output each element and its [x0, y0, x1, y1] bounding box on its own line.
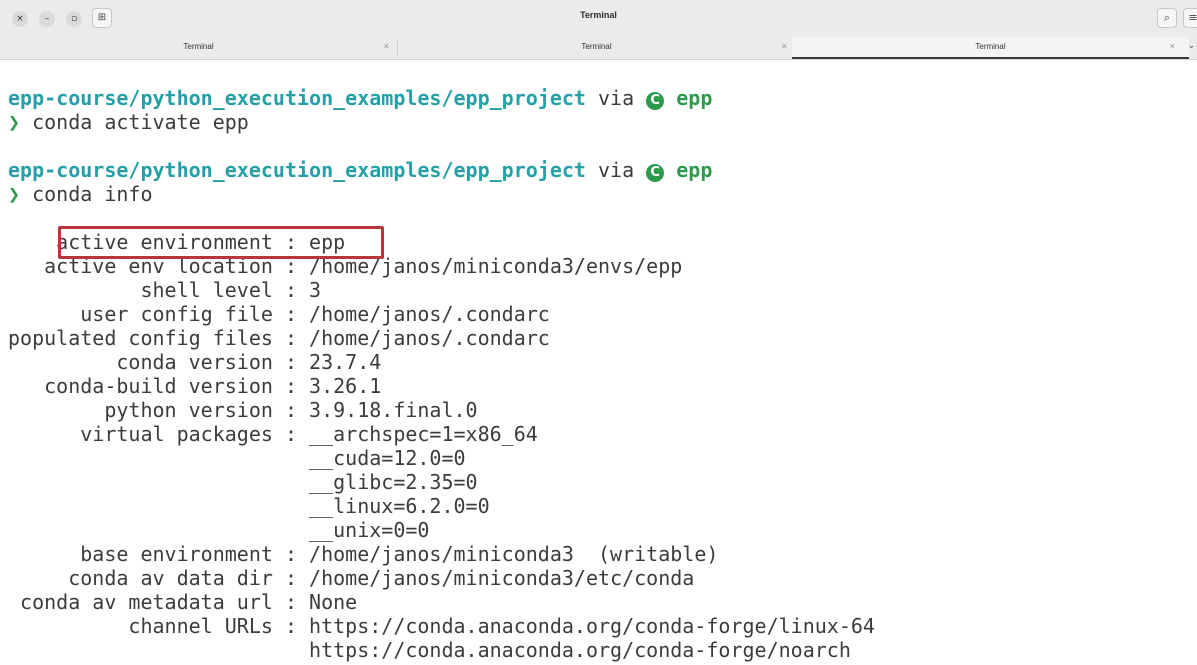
prompt-chevron-icon: ❯: [8, 182, 21, 206]
info-line: populated config files : /home/janos/.co…: [8, 326, 550, 350]
conda-icon: C: [646, 164, 665, 182]
command-text: conda info: [32, 182, 153, 206]
prompt-env-name: epp: [676, 158, 713, 182]
info-line: __cuda=12.0=0: [8, 446, 466, 470]
tab-terminal-3[interactable]: Terminal ×: [792, 37, 1189, 59]
tab-terminal-2[interactable]: Terminal ×: [398, 37, 795, 59]
tab-label: Terminal: [183, 42, 214, 51]
command-line: ❯ conda info: [8, 182, 153, 206]
info-line: base environment : /home/janos/miniconda…: [8, 542, 719, 566]
prompt-path: epp-course/python_execution_examples/epp…: [8, 86, 586, 110]
hamburger-menu-icon: ≡: [1188, 11, 1197, 24]
info-line: conda av metadata url : None: [8, 590, 358, 614]
info-line: __unix=0=0: [8, 518, 430, 542]
conda-icon: C: [646, 92, 665, 110]
menu-button[interactable]: ≡: [1183, 8, 1197, 28]
prompt-via: via: [585, 86, 647, 110]
tab-label: Terminal: [975, 42, 1006, 51]
command-line: ❯ conda activate epp: [8, 110, 249, 134]
info-line: python version : 3.9.18.final.0: [8, 398, 478, 422]
info-line: shell level : 3: [8, 278, 322, 302]
info-line: https://conda.anaconda.org/conda-forge/n…: [8, 638, 851, 662]
info-line: virtual packages : __archspec=1=x86_64: [8, 422, 538, 446]
command-text: conda activate epp: [32, 110, 249, 134]
search-button[interactable]: ⌕: [1157, 8, 1177, 28]
info-line: conda av data dir : /home/janos/minicond…: [8, 566, 695, 590]
tab-overflow-chevron-icon[interactable]: ⌄: [1187, 41, 1195, 51]
tab-close-icon[interactable]: ×: [1170, 41, 1175, 51]
prompt-env-name: epp: [676, 86, 713, 110]
prompt-line: epp-course/python_execution_examples/epp…: [8, 158, 712, 182]
tab-bar: Terminal × Terminal × Terminal × ⌄: [0, 37, 1197, 60]
info-line: __linux=6.2.0=0: [8, 494, 490, 518]
active-environment-highlight-box: [58, 226, 384, 259]
tab-terminal-1[interactable]: Terminal ×: [0, 37, 397, 59]
info-line: conda-build version : 3.26.1: [8, 374, 382, 398]
prompt-via: via: [585, 158, 647, 182]
window-title: Terminal: [580, 10, 617, 20]
info-line: channel URLs : https://conda.anaconda.or…: [8, 614, 875, 638]
tab-close-icon[interactable]: ×: [384, 41, 389, 51]
info-line: user config file : /home/janos/.condarc: [8, 302, 550, 326]
prompt-chevron-icon: ❯: [8, 110, 21, 134]
tab-label: Terminal: [581, 42, 612, 51]
prompt-line: epp-course/python_execution_examples/epp…: [8, 86, 712, 110]
title-bar: × – ▫ ⊞ Terminal ⌕ ≡: [0, 0, 1197, 37]
tab-close-icon[interactable]: ×: [782, 41, 787, 51]
search-icon: ⌕: [1163, 11, 1171, 24]
info-line: conda version : 23.7.4: [8, 350, 382, 374]
info-line: __glibc=2.35=0: [8, 470, 478, 494]
terminal-output[interactable]: epp-course/python_execution_examples/epp…: [0, 60, 1197, 665]
prompt-path: epp-course/python_execution_examples/epp…: [8, 158, 586, 182]
